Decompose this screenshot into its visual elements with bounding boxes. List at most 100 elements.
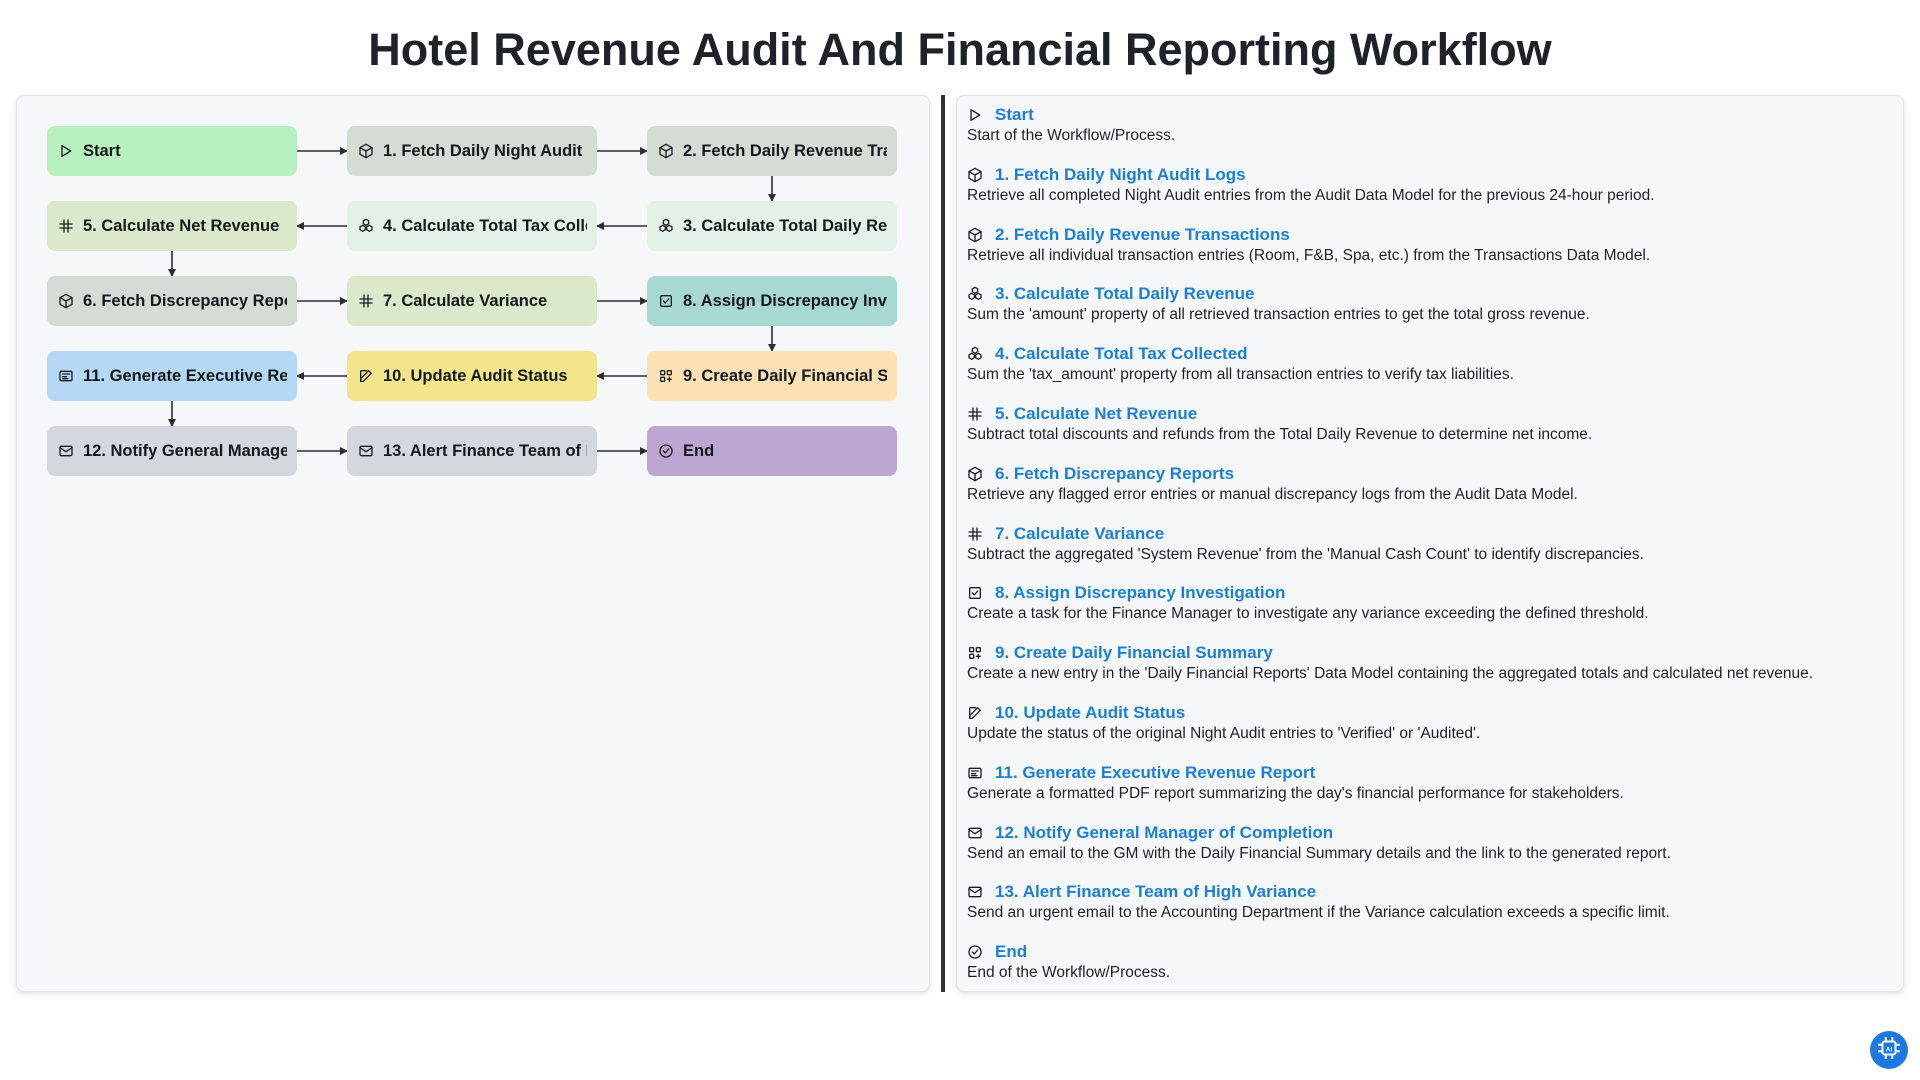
flow-node-label: 11. Generate Executive Revenue Report bbox=[83, 366, 287, 385]
mail-icon bbox=[967, 884, 983, 900]
step-title-link[interactable]: 9. Create Daily Financial Summary bbox=[967, 642, 1897, 664]
step-title-text: 11. Generate Executive Revenue Report bbox=[995, 762, 1316, 782]
cube-icon bbox=[57, 292, 75, 310]
step-title-text: 4. Calculate Total Tax Collected bbox=[995, 344, 1248, 364]
step-description: Retrieve any flagged error entries or ma… bbox=[967, 485, 1578, 503]
step-title-text: 5. Calculate Net Revenue bbox=[995, 403, 1198, 423]
flow-node-n13[interactable]: 13. Alert Finance Team of High Variance bbox=[347, 426, 597, 476]
flow-node-label: 6. Fetch Discrepancy Reports bbox=[83, 291, 287, 310]
step-title-text: 10. Update Audit Status bbox=[995, 702, 1186, 722]
step-item: 9. Create Daily Financial Summary Create … bbox=[967, 642, 1897, 702]
step-title-link[interactable]: 11. Generate Executive Revenue Report bbox=[967, 762, 1897, 784]
cube-icon bbox=[967, 227, 983, 243]
cubes-icon bbox=[967, 286, 983, 302]
flow-node-n1[interactable]: 1. Fetch Daily Night Audit Logs bbox=[347, 126, 597, 176]
flow-node-n11[interactable]: 11. Generate Executive Revenue Report bbox=[47, 351, 297, 401]
mail-icon bbox=[967, 825, 983, 841]
play-icon bbox=[967, 107, 983, 123]
step-item: 3. Calculate Total Daily Revenue Sum the … bbox=[967, 283, 1897, 343]
step-title-link[interactable]: 8. Assign Discrepancy Investigation bbox=[967, 582, 1897, 604]
play-icon bbox=[57, 142, 75, 160]
cube-icon bbox=[967, 167, 983, 183]
step-title-text: 8. Assign Discrepancy Investigation bbox=[995, 583, 1286, 603]
step-item: 6. Fetch Discrepancy Reports Retrieve any… bbox=[967, 463, 1897, 523]
mail-icon bbox=[357, 442, 375, 460]
step-description: Sum the 'amount' property of all retriev… bbox=[967, 306, 1590, 324]
step-item: 11. Generate Executive Revenue Report Gen… bbox=[967, 762, 1897, 822]
flow-node-n10[interactable]: 10. Update Audit Status bbox=[347, 351, 597, 401]
step-item: End End of the Workflow/Process. bbox=[967, 941, 1897, 1001]
step-description: End of the Workflow/Process. bbox=[967, 964, 1171, 982]
step-title-link[interactable]: 3. Calculate Total Daily Revenue bbox=[967, 283, 1897, 305]
step-title-link[interactable]: 7. Calculate Variance bbox=[967, 523, 1897, 545]
mail-icon bbox=[57, 442, 75, 460]
step-item: 2. Fetch Daily Revenue Transactions Retri… bbox=[967, 224, 1897, 284]
flow-node-n6[interactable]: 6. Fetch Discrepancy Reports bbox=[47, 276, 297, 326]
step-title-link[interactable]: 1. Fetch Daily Night Audit Logs bbox=[967, 164, 1897, 186]
flow-node-n3[interactable]: 3. Calculate Total Daily Revenue bbox=[647, 201, 897, 251]
edit-icon bbox=[967, 705, 983, 721]
flow-node-n4[interactable]: 4. Calculate Total Tax Collected bbox=[347, 201, 597, 251]
step-title-link[interactable]: End bbox=[967, 941, 1897, 963]
page-title: Hotel Revenue Audit And Financial Report… bbox=[368, 24, 1552, 75]
grid-plus-icon bbox=[657, 367, 675, 385]
step-description: Subtract total discounts and refunds fro… bbox=[967, 425, 1593, 443]
step-title-text: 6. Fetch Discrepancy Reports bbox=[995, 463, 1235, 483]
flow-node-label: 9. Create Daily Financial Summary bbox=[683, 366, 887, 385]
step-title-text: 7. Calculate Variance bbox=[995, 523, 1165, 543]
step-title-link[interactable]: 2. Fetch Daily Revenue Transactions bbox=[967, 224, 1897, 246]
step-title-text: 3. Calculate Total Daily Revenue bbox=[995, 284, 1255, 304]
flow-node-label: 2. Fetch Daily Revenue Transactions bbox=[683, 141, 887, 160]
step-description: Retrieve all completed Night Audit entri… bbox=[967, 186, 1655, 204]
step-title-link[interactable]: 12. Notify General Manager of Completion bbox=[967, 822, 1897, 844]
check-circle-icon bbox=[967, 944, 983, 960]
step-item: 12. Notify General Manager of Completion… bbox=[967, 822, 1897, 882]
step-description: Send an email to the GM with the Daily F… bbox=[967, 844, 1671, 862]
flow-node-label: 13. Alert Finance Team of High Variance bbox=[383, 441, 587, 460]
hash-icon bbox=[967, 526, 983, 542]
cubes-icon bbox=[657, 217, 675, 235]
panel-divider[interactable] bbox=[941, 95, 945, 992]
step-item: 10. Update Audit Status Update the status… bbox=[967, 702, 1897, 762]
step-title-text: Start bbox=[995, 105, 1034, 124]
flow-node-n2[interactable]: 2. Fetch Daily Revenue Transactions bbox=[647, 126, 897, 176]
flow-node-n9[interactable]: 9. Create Daily Financial Summary bbox=[647, 351, 897, 401]
flow-node-n8[interactable]: 8. Assign Discrepancy Investigation bbox=[647, 276, 897, 326]
checkbox-icon bbox=[967, 585, 983, 601]
flow-node-label: 1. Fetch Daily Night Audit Logs bbox=[383, 141, 587, 160]
flow-node-label: 8. Assign Discrepancy Investigation bbox=[683, 291, 887, 310]
step-description: Send an urgent email to the Accounting D… bbox=[967, 904, 1670, 922]
steps-list: Start Start of the Workflow/Process. 1. Fe… bbox=[967, 104, 1897, 1001]
hash-icon bbox=[967, 406, 983, 422]
flow-node-label: 5. Calculate Net Revenue bbox=[83, 216, 280, 235]
step-title-text: 2. Fetch Daily Revenue Transactions bbox=[995, 224, 1290, 244]
step-title-link[interactable]: 10. Update Audit Status bbox=[967, 702, 1897, 724]
step-item: 5. Calculate Net Revenue Subtract total d… bbox=[967, 403, 1897, 463]
step-title-link[interactable]: 5. Calculate Net Revenue bbox=[967, 403, 1897, 425]
step-title-text: End bbox=[995, 942, 1028, 962]
step-description: Retrieve all individual transaction entr… bbox=[967, 246, 1651, 264]
step-title-link[interactable]: Start bbox=[967, 104, 1897, 126]
svg-text:AI: AI bbox=[1886, 1046, 1893, 1053]
step-title-link[interactable]: 6. Fetch Discrepancy Reports bbox=[967, 463, 1897, 485]
flow-node-end[interactable]: End bbox=[647, 426, 897, 476]
report-icon bbox=[57, 367, 75, 385]
step-description: Generate a formatted PDF report summariz… bbox=[967, 784, 1624, 802]
flow-node-n12[interactable]: 12. Notify General Manager of Completion bbox=[47, 426, 297, 476]
ai-assistant-button[interactable]: AI bbox=[1870, 1031, 1908, 1069]
cube-icon bbox=[967, 466, 983, 482]
step-description: Start of the Workflow/Process. bbox=[967, 127, 1176, 144]
step-title-text: 1. Fetch Daily Night Audit Logs bbox=[995, 164, 1246, 184]
flow-node-n5[interactable]: 5. Calculate Net Revenue bbox=[47, 201, 297, 251]
flow-node-label: End bbox=[683, 441, 715, 460]
step-title-link[interactable]: 4. Calculate Total Tax Collected bbox=[967, 343, 1897, 365]
flow-node-label: 10. Update Audit Status bbox=[383, 366, 568, 385]
step-title-link[interactable]: 13. Alert Finance Team of High Variance bbox=[967, 881, 1897, 903]
step-title-text: 12. Notify General Manager of Completion bbox=[995, 822, 1334, 842]
step-description: Create a task for the Finance Manager to… bbox=[967, 605, 1649, 623]
hash-icon bbox=[57, 217, 75, 235]
step-item: 7. Calculate Variance Subtract the aggreg… bbox=[967, 523, 1897, 583]
flow-node-label: Start bbox=[83, 141, 121, 160]
flow-node-start[interactable]: Start bbox=[47, 126, 297, 176]
flow-node-n7[interactable]: 7. Calculate Variance bbox=[347, 276, 597, 326]
